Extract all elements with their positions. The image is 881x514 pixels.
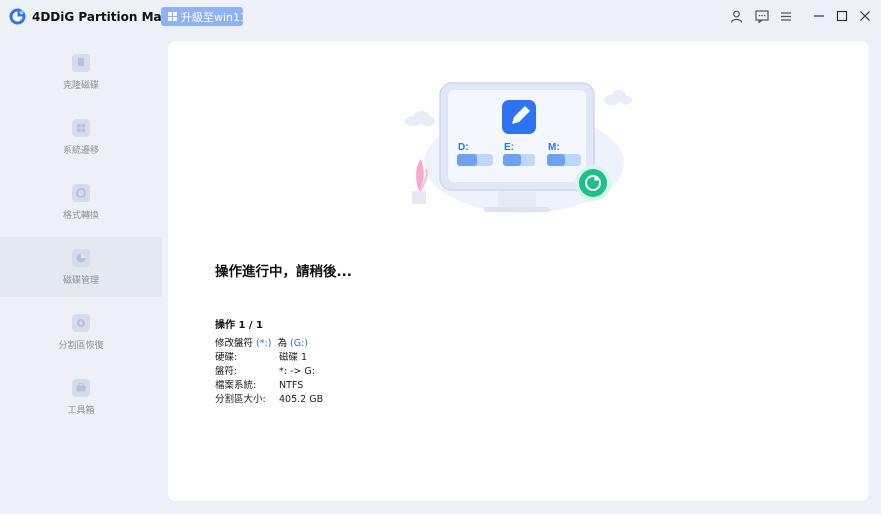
format-convert-icon [72,183,90,202]
detail-value: *: -> G: [279,366,315,377]
detail-key: 檔案系統: [215,380,257,391]
operation-action: 修改盤符 [215,338,254,349]
close-icon[interactable] [857,8,873,24]
detail-key: 盤符: [215,366,238,377]
drive-bar-e [503,154,535,166]
sidebar-item-disk-manage[interactable]: 磁碟管理 [0,237,162,297]
drive-label-m: M: [548,142,560,153]
cloud-icon [604,90,632,105]
minimize-icon[interactable] [811,8,827,24]
detail-row-size: 分割區大小: 405.2 GB [215,391,323,405]
sidebar-item-format-convert[interactable]: 格式轉換 [0,172,162,232]
operation-to: (G:) [290,338,308,349]
disk-badge-icon [575,165,611,201]
detail-value: 磁碟 1 [279,352,308,363]
sidebar-item-label: 磁碟管理 [62,275,99,286]
drive-bar-m [547,154,581,166]
sidebar-item-system-migrate[interactable]: 系統遷移 [0,107,162,167]
sidebar-item-partition-recovery[interactable]: 分割區恢復 [0,302,162,362]
operation-count: 操作 1 / 1 [215,320,264,331]
windows-icon [168,12,177,21]
upgrade-win11-button[interactable]: 升級至win11 [161,7,247,26]
operation-summary: 修改盤符 (*:) 為 (G:) [215,335,308,349]
cloud-icon [405,111,435,126]
sidebar-item-label: 分割區恢復 [58,340,104,351]
detail-value: 405.2 GB [279,394,324,405]
clone-disk-icon [72,53,90,72]
sidebar-item-clone-disk[interactable]: 克隆磁碟 [0,42,162,102]
menu-icon[interactable] [778,8,794,24]
detail-value: NTFS [279,380,304,391]
sidebar-item-toolbox[interactable]: 工具箱 [0,367,162,427]
monitor-illustration: D: E: M: [405,82,632,213]
system-migrate-icon [72,118,90,137]
sidebar-item-label: 格式轉換 [62,210,99,221]
maximize-icon[interactable] [834,8,850,24]
operation-from: (*:) [256,338,272,349]
edit-icon [502,100,536,134]
drive-label-d: D: [458,142,469,153]
upgrade-label: 升級至win11 [181,10,248,24]
drive-bar-d [457,154,493,166]
title-bar: 4DDiG Partition Manager 升級至win11 [0,0,881,34]
feedback-icon[interactable] [754,8,770,24]
detail-row-letter: 盤符: *: -> G: [215,363,315,377]
detail-key: 分割區大小: [215,394,266,405]
app-logo-icon [9,8,26,25]
detail-row-filesystem: 檔案系統: NTFS [215,377,303,391]
sidebar-item-label: 工具箱 [67,405,95,416]
disk-manage-icon [72,248,90,267]
drive-label-e: E: [504,142,514,153]
operation-to-word: 為 [277,338,287,349]
sidebar-item-label: 克隆磁碟 [62,80,99,91]
main-panel: D: E: M: 操作進行中，請稍後... 操作 1 / 1 修改盤符 (*:)… [168,41,869,501]
status-title: 操作進行中，請稍後... [215,264,352,280]
partition-recovery-icon [72,313,90,332]
detail-row-disk: 硬碟: 磁碟 1 [215,349,307,363]
toolbox-icon [72,378,90,397]
sidebar: 克隆磁碟 系統遷移 格式轉換 磁碟管理 分割區恢復 工具箱 [0,41,168,501]
sidebar-item-label: 系統遷移 [62,145,99,156]
user-icon[interactable] [728,8,744,24]
detail-key: 硬碟: [215,352,238,363]
